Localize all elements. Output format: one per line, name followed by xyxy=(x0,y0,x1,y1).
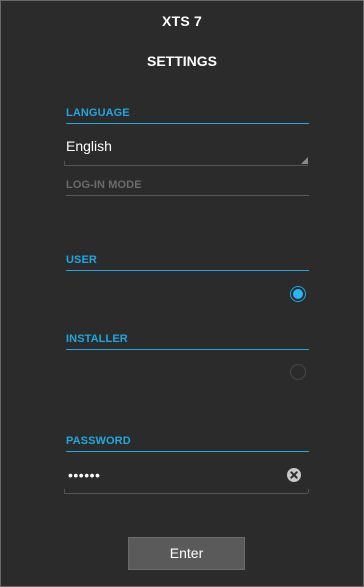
login-mode-label: LOG-IN MODE xyxy=(66,179,309,196)
enter-button[interactable]: Enter xyxy=(128,537,245,570)
user-option-label[interactable]: USER xyxy=(66,254,309,271)
language-select[interactable]: English xyxy=(66,138,112,154)
user-radio[interactable] xyxy=(290,286,306,302)
settings-window: XTS 7 SETTINGS LANGUAGE English LOG-IN M… xyxy=(0,0,364,587)
app-title: XTS 7 xyxy=(162,13,202,29)
installer-radio[interactable] xyxy=(290,364,306,380)
dropdown-corner-icon[interactable] xyxy=(301,157,308,164)
language-label: LANGUAGE xyxy=(66,107,309,124)
password-label: PASSWORD xyxy=(66,435,309,452)
password-field-border-right xyxy=(308,489,309,493)
clear-icon[interactable] xyxy=(287,468,301,482)
page-title: SETTINGS xyxy=(146,53,217,69)
installer-option-label[interactable]: INSTALLER xyxy=(66,333,309,350)
password-field[interactable]: •••••• xyxy=(68,467,100,483)
language-select-underline xyxy=(64,165,308,166)
password-field-underline xyxy=(64,493,308,494)
